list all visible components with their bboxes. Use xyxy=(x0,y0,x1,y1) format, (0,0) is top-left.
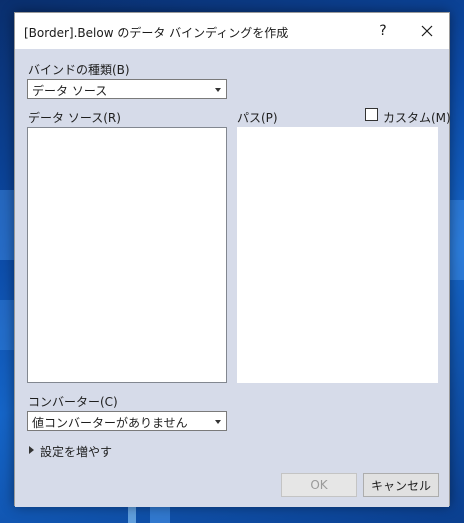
chevron-down-icon xyxy=(215,420,221,424)
title-bar: [Border].Below のデータ バインディングを作成 ? xyxy=(15,13,449,49)
binding-type-value: データ ソース xyxy=(32,84,108,98)
converter-select[interactable]: 値コンバーターがありません xyxy=(27,411,227,431)
binding-type-select[interactable]: データ ソース xyxy=(27,79,227,99)
create-data-binding-dialog: [Border].Below のデータ バインディングを作成 ? バインドの種類… xyxy=(14,12,451,507)
converter-label: コンバーター(C) xyxy=(28,395,118,409)
data-source-label: データ ソース(R) xyxy=(28,111,121,125)
wallpaper-beam xyxy=(128,505,136,523)
help-button[interactable]: ? xyxy=(361,13,405,49)
converter-value: 値コンバーターがありません xyxy=(32,416,188,430)
custom-checkbox[interactable] xyxy=(365,108,378,121)
wallpaper-beam xyxy=(150,505,170,523)
path-label: パス(P) xyxy=(237,111,278,125)
custom-label: カスタム(M) xyxy=(383,111,451,125)
path-list[interactable] xyxy=(237,127,438,383)
triangle-right-icon[interactable] xyxy=(29,446,34,454)
more-settings-expander[interactable]: 設定を増やす xyxy=(40,443,112,460)
ok-button[interactable]: OK xyxy=(281,473,357,497)
window-title: [Border].Below のデータ バインディングを作成 xyxy=(24,26,289,40)
wallpaper-beam xyxy=(0,190,14,260)
close-button[interactable] xyxy=(405,13,449,49)
wallpaper-beam xyxy=(450,200,464,280)
cancel-button[interactable]: キャンセル xyxy=(363,473,439,497)
binding-type-label: バインドの種類(B) xyxy=(28,63,130,77)
close-icon xyxy=(421,25,433,37)
wallpaper-beam xyxy=(0,300,14,350)
data-source-list[interactable] xyxy=(27,127,227,383)
dialog-content: バインドの種類(B) データ ソース データ ソース(R) パス(P) カスタム… xyxy=(15,49,451,507)
chevron-down-icon xyxy=(215,88,221,92)
